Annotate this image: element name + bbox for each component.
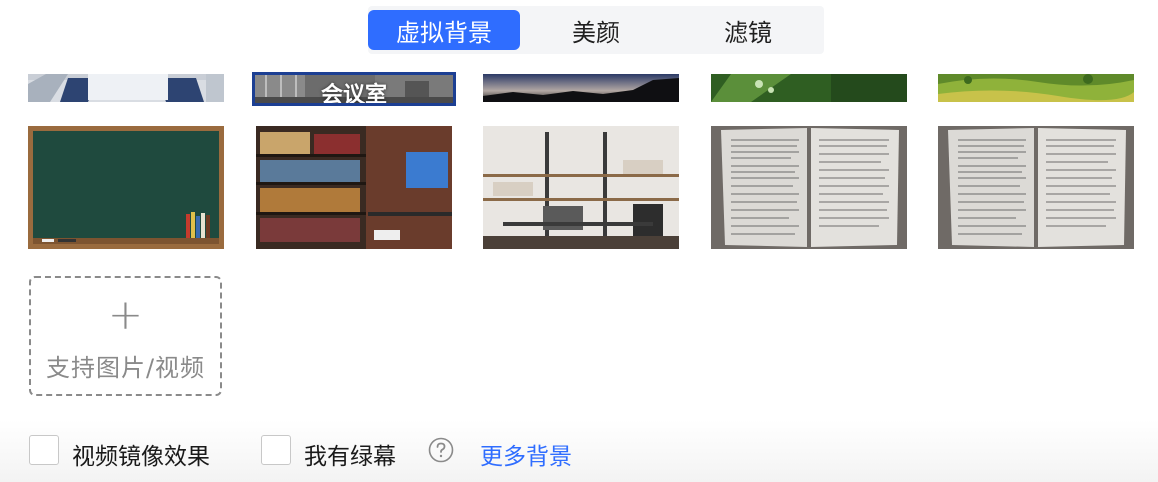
plus-icon: + xyxy=(107,290,144,339)
night-sky-image xyxy=(483,74,679,102)
green-screen-label: 我有绿幕 xyxy=(304,444,396,470)
tab-beauty[interactable]: 美颜 xyxy=(520,10,672,50)
background-thumb-green-leaf[interactable] xyxy=(711,74,907,102)
background-thumb-meeting-room[interactable]: 会议室 xyxy=(252,72,456,106)
background-thumb-document-1[interactable] xyxy=(711,126,907,249)
office-desk-image xyxy=(28,74,224,102)
question-circle-icon[interactable] xyxy=(428,437,454,463)
background-thumb-bookshelf-wall[interactable] xyxy=(256,126,452,249)
tab-bar: 虚拟背景 美颜 滤镜 xyxy=(368,6,824,54)
meeting-room-label: 会议室 xyxy=(320,83,387,106)
blackboard-image xyxy=(28,126,224,249)
virtual-background-panel: 虚拟背景 美颜 滤镜 会议室 + 支持图片/视频 视频镜像效果 我有绿幕 更多背… xyxy=(0,0,1158,482)
background-thumb-office-desk[interactable] xyxy=(28,74,224,102)
document-2-image xyxy=(938,126,1134,249)
tab-filter[interactable]: 滤镜 xyxy=(672,10,824,50)
document-1-image xyxy=(711,126,907,249)
background-thumb-night-sky[interactable] xyxy=(483,74,679,102)
background-thumb-blackboard[interactable] xyxy=(28,126,224,249)
tab-virtual-background[interactable]: 虚拟背景 xyxy=(368,10,520,50)
mirror-checkbox[interactable] xyxy=(29,435,59,465)
add-background-label: 支持图片/视频 xyxy=(45,354,206,382)
green-leaf-image xyxy=(711,74,907,102)
background-thumb-green-hills[interactable] xyxy=(938,74,1134,102)
add-background-button[interactable]: + 支持图片/视频 xyxy=(29,276,222,396)
green-hills-image xyxy=(938,74,1134,102)
background-thumb-document-2[interactable] xyxy=(938,126,1134,249)
background-thumb-modern-study[interactable] xyxy=(483,126,679,249)
more-backgrounds-link[interactable]: 更多背景 xyxy=(480,437,572,471)
green-screen-checkbox[interactable] xyxy=(261,435,291,465)
mirror-label: 视频镜像效果 xyxy=(72,444,210,470)
modern-study-image xyxy=(483,126,679,249)
bookshelf-wall-image xyxy=(256,126,452,249)
